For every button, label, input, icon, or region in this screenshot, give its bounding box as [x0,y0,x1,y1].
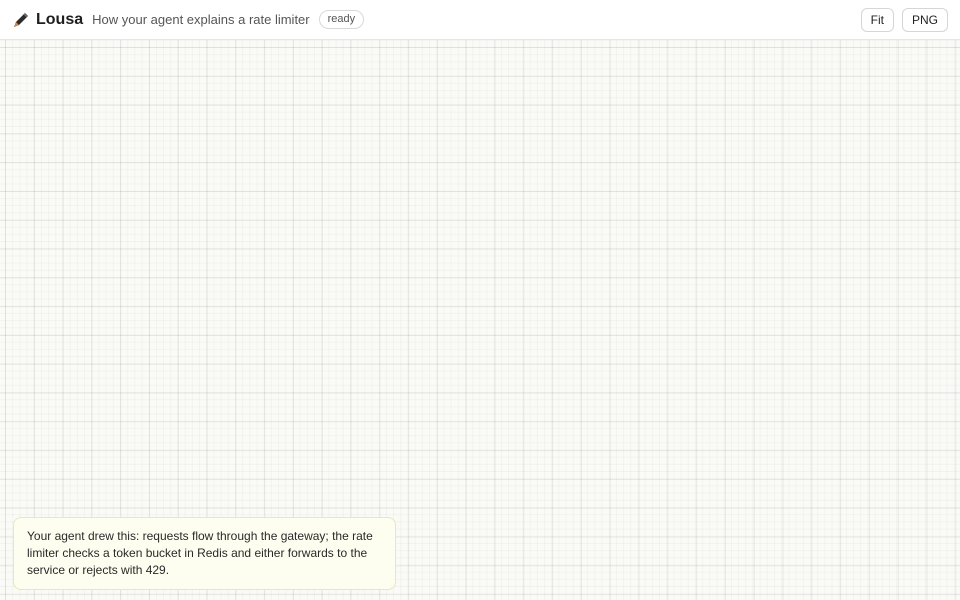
fit-button[interactable]: Fit [860,7,894,32]
brand: Lousa [12,11,83,29]
drawing-canvas[interactable] [0,40,960,600]
pen-icon [12,11,30,29]
brand-name: Lousa [36,10,84,28]
top-bar: Lousa How your agent explains a rate lim… [0,0,960,40]
agent-caption: Your agent drew this: requests flow thro… [13,517,396,590]
status-badge: ready [318,10,365,29]
app-window: Lousa How your agent explains a rate lim… [0,0,960,600]
toolbar-actions: Fit PNG [860,7,948,32]
page-title: How your agent explains a rate limiter [92,12,310,27]
png-export-button[interactable]: PNG [901,7,948,32]
